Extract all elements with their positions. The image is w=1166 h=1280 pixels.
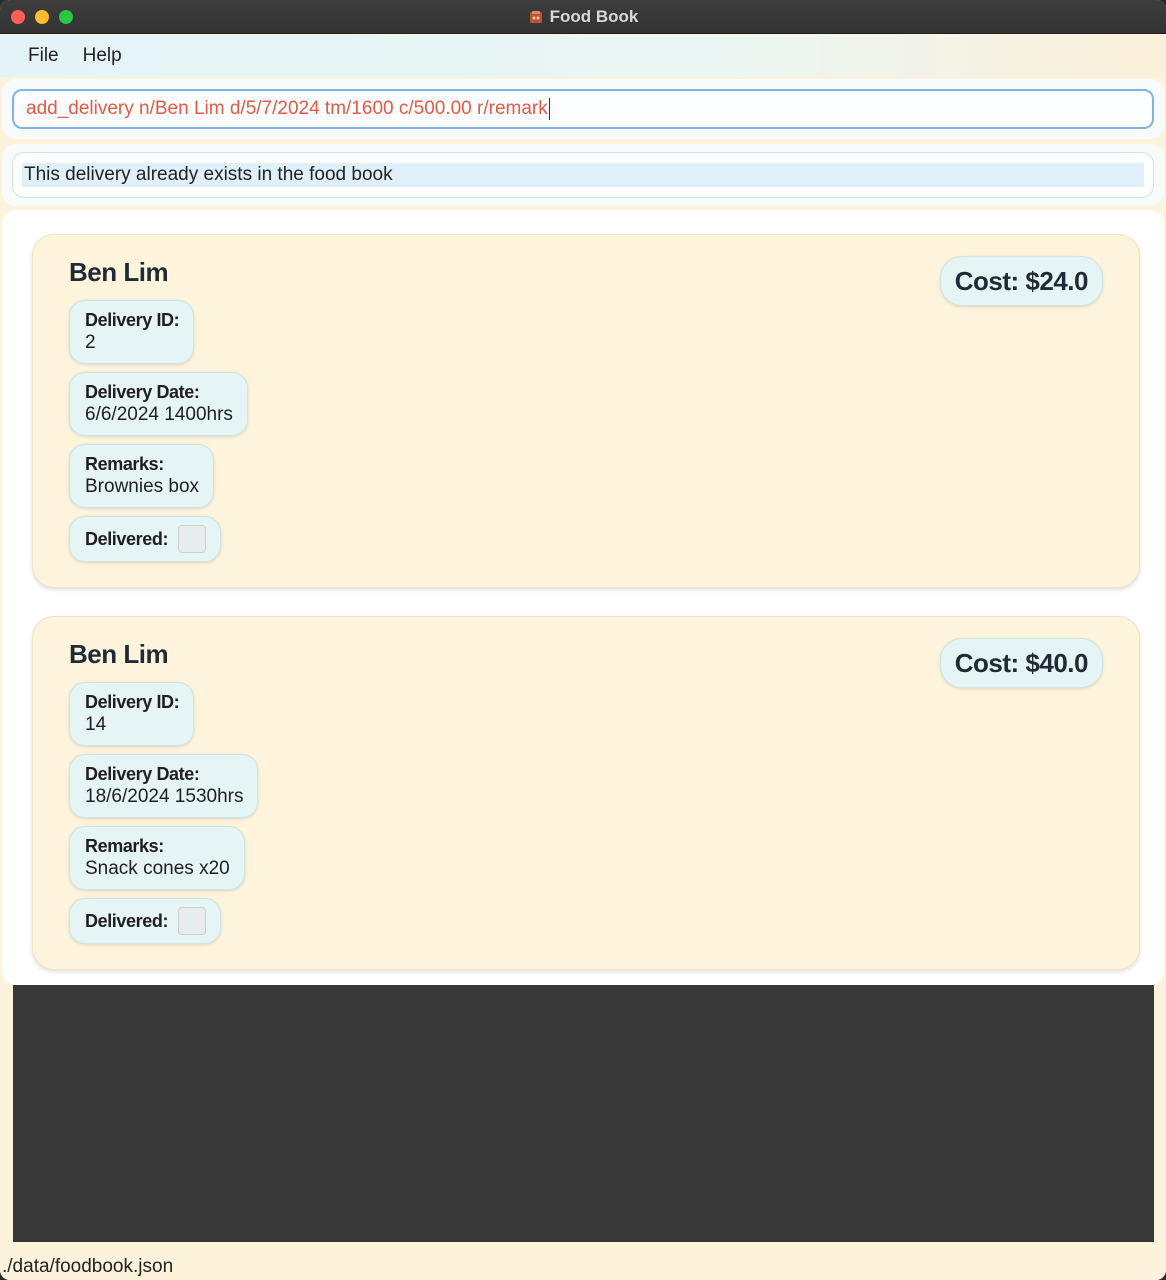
empty-dark-area [13, 985, 1154, 1242]
delivered-label: Delivered: [85, 911, 169, 931]
delivered-checkbox[interactable] [178, 525, 207, 553]
delivery-customer-name: Ben Lim [69, 257, 169, 287]
delivery-id-label: Delivery ID: [85, 692, 180, 712]
delivery-customer-name: Ben Lim [69, 639, 169, 669]
delivery-date-pill: Delivery Date: 18/6/2024 1530hrs [69, 754, 259, 818]
food-book-app-icon [529, 11, 542, 23]
menu-help[interactable]: Help [71, 39, 134, 73]
remarks-value: Snack cones x20 [85, 858, 230, 879]
window-title: Food Book [549, 7, 639, 26]
delivery-date-value: 18/6/2024 1530hrs [85, 786, 244, 807]
delivery-date-value: 6/6/2024 1400hrs [85, 404, 233, 425]
menu-file[interactable]: File [16, 39, 71, 73]
remarks-pill: Remarks: Brownies box [69, 444, 215, 508]
delivery-id-value: 14 [85, 714, 107, 735]
delivery-date-label: Delivery Date: [85, 382, 200, 402]
remarks-label: Remarks: [85, 836, 164, 856]
delivered-checkbox[interactable] [178, 907, 207, 935]
menu-bar: File Help [0, 35, 1166, 77]
remarks-label: Remarks: [85, 454, 164, 474]
result-message: This delivery already exists in the food… [22, 163, 1144, 187]
remarks-pill: Remarks: Snack cones x20 [69, 826, 245, 890]
delivery-id-pill: Delivery ID: 2 [69, 300, 195, 364]
delivery-id-label: Delivery ID: [85, 310, 180, 330]
command-input[interactable]: add_delivery n/Ben Lim d/5/7/2024 tm/160… [12, 89, 1154, 129]
delivered-label: Delivered: [85, 529, 169, 549]
delivery-list-panel[interactable]: Ben Lim Cost: $24.0 Delivery ID: 2 Deliv… [2, 210, 1164, 985]
app-window: Food Book File Help add_delivery n/Ben L… [0, 0, 1166, 1280]
delivery-date-label: Delivery Date: [85, 764, 200, 784]
delivery-date-pill: Delivery Date: 6/6/2024 1400hrs [69, 372, 248, 436]
delivery-id-pill: Delivery ID: 14 [69, 682, 195, 746]
delivery-id-value: 2 [85, 332, 96, 353]
text-caret [548, 98, 550, 120]
delivery-card[interactable]: Ben Lim Cost: $24.0 Delivery ID: 2 Deliv… [32, 234, 1140, 588]
command-input-text: add_delivery n/Ben Lim d/5/7/2024 tm/160… [26, 98, 548, 119]
status-bar-file-path: ./data/foodbook.json [0, 1254, 1166, 1280]
delivery-card[interactable]: Ben Lim Cost: $40.0 Delivery ID: 14 Deli… [32, 616, 1140, 970]
title-bar: Food Book [0, 0, 1166, 34]
remarks-value: Brownies box [85, 476, 200, 497]
delivered-pill: Delivered: [69, 516, 222, 562]
delivery-cost-badge: Cost: $40.0 [939, 638, 1103, 688]
window-title-group: Food Book [0, 0, 1166, 34]
delivery-cost-badge: Cost: $24.0 [939, 256, 1103, 306]
delivered-pill: Delivered: [69, 898, 222, 944]
